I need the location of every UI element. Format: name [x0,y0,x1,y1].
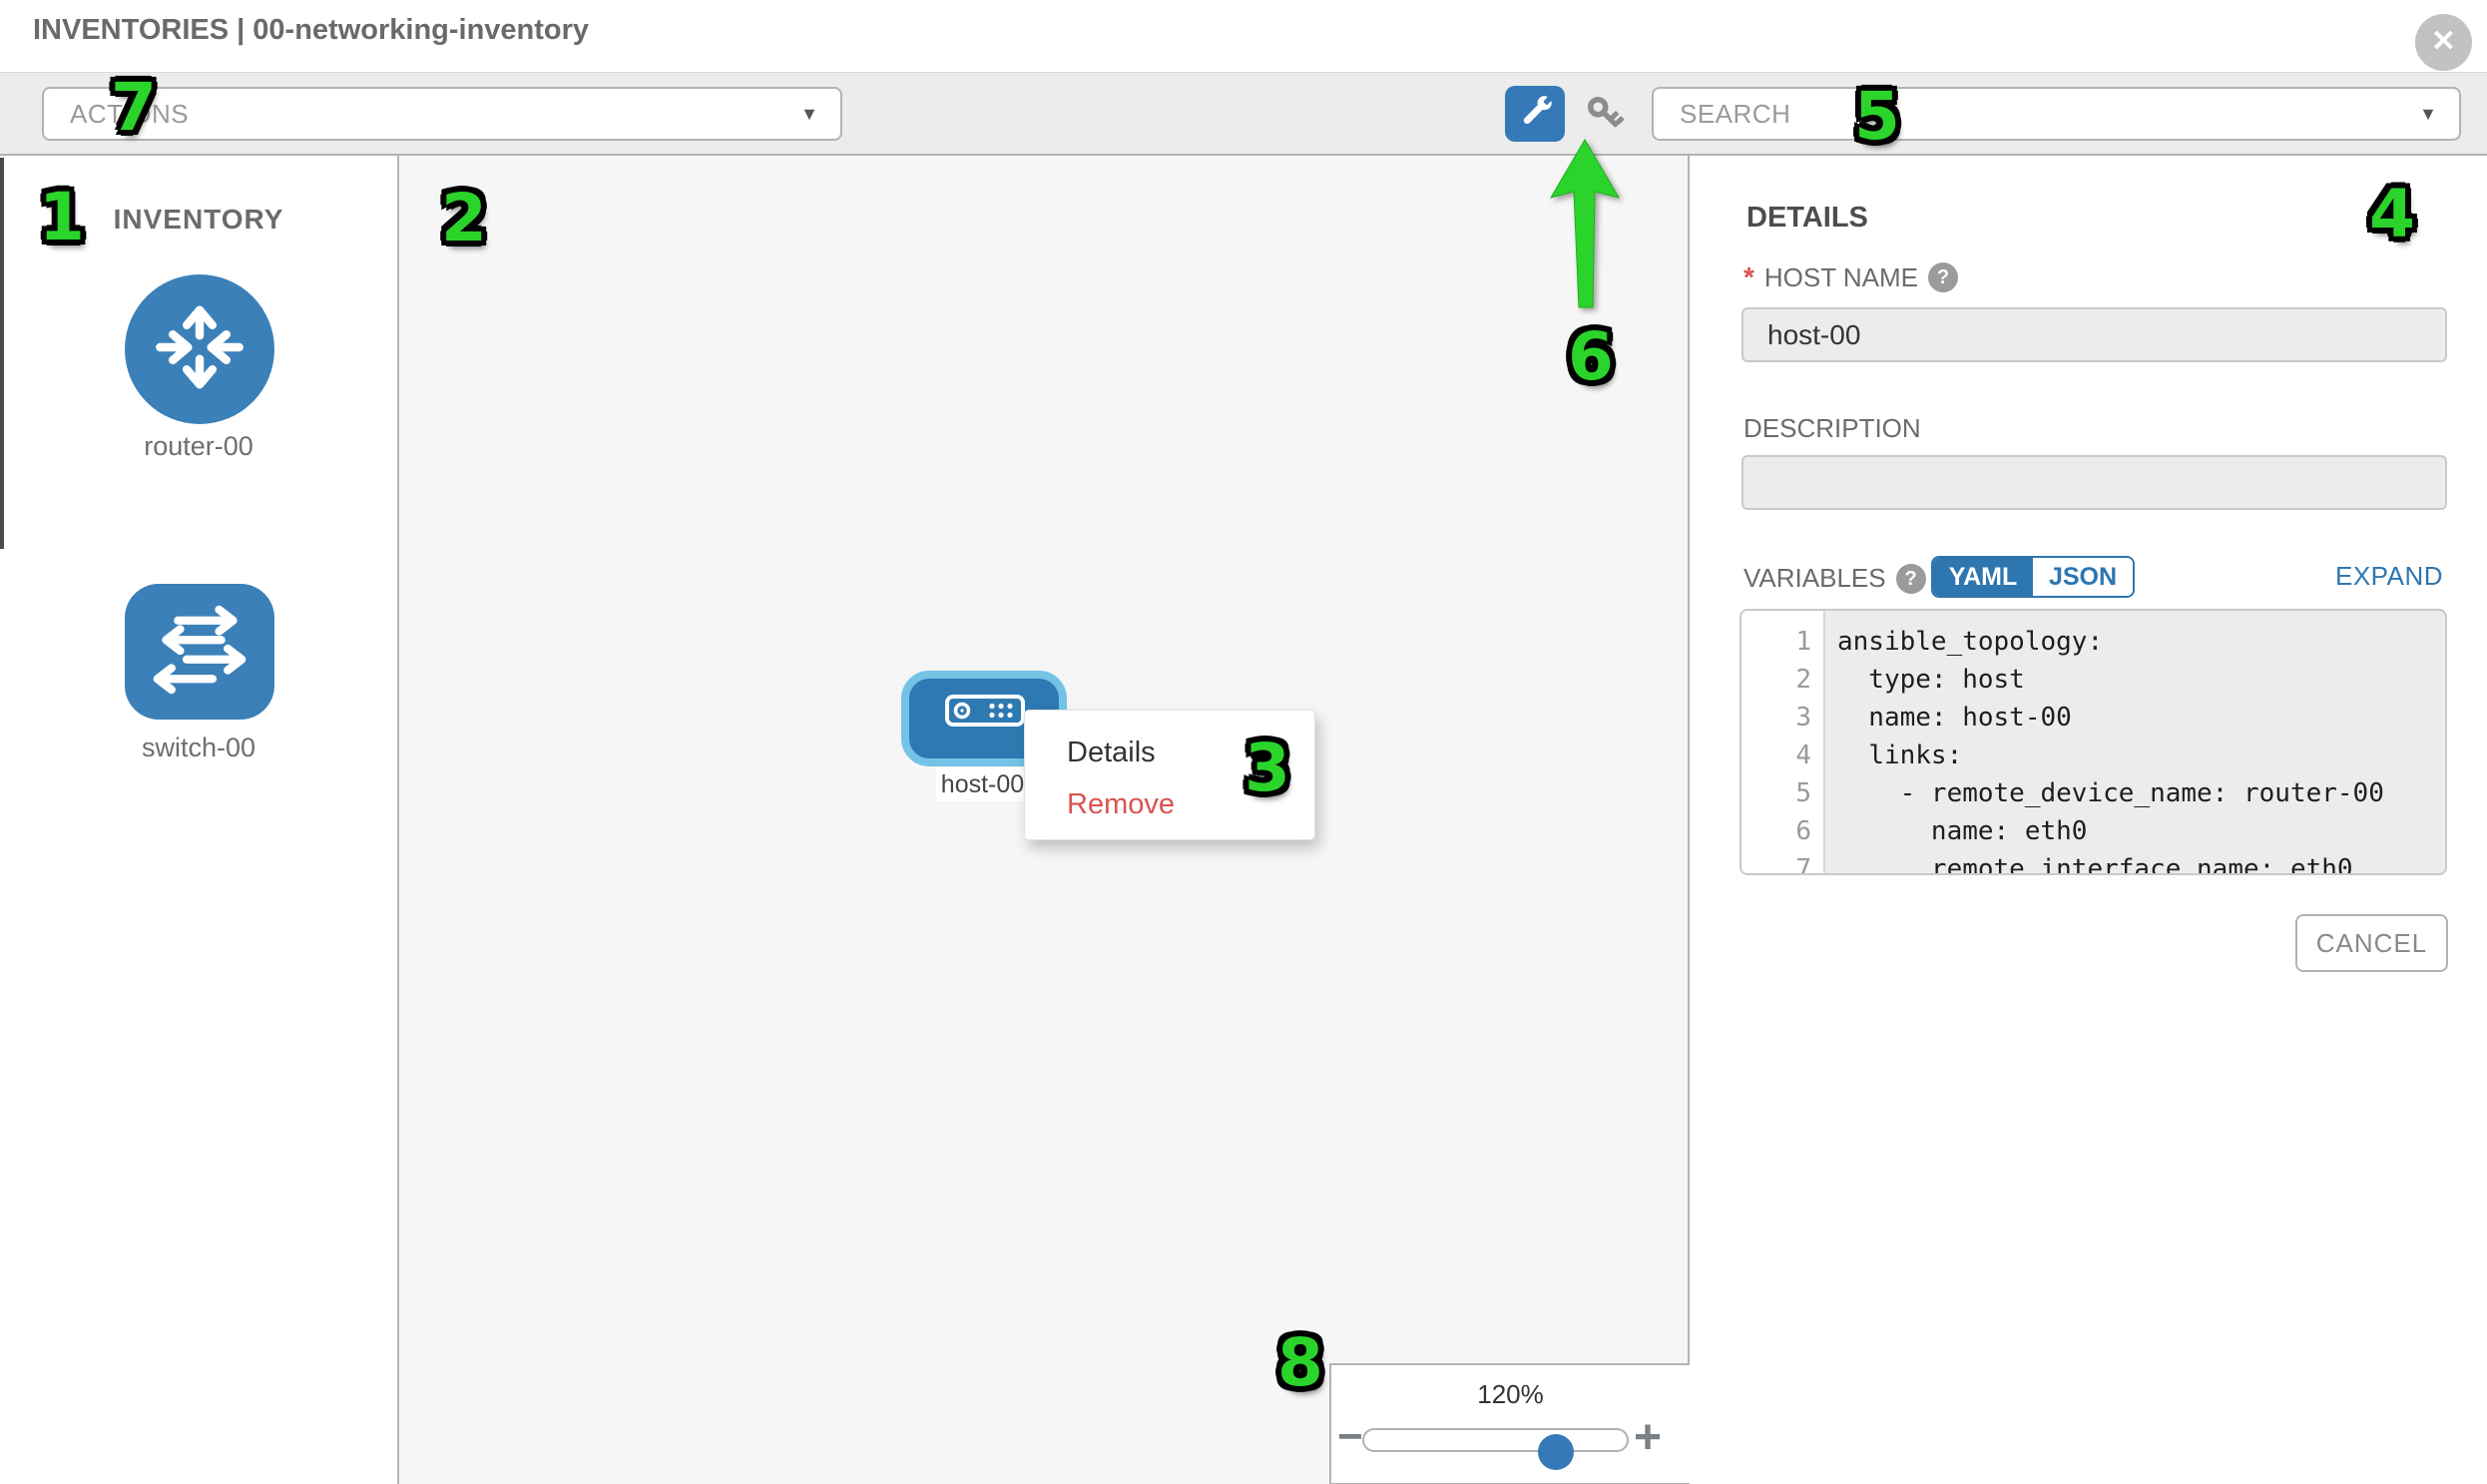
details-panel: DETAILS * HOST NAME ? DESCRIPTION VARIAB… [1692,156,2487,1484]
search-dropdown[interactable]: SEARCH ▼ [1652,87,2461,141]
zoom-out-button[interactable]: − [1337,1412,1363,1462]
expand-link[interactable]: EXPAND [2335,561,2443,592]
tab-yaml[interactable]: YAML [1933,558,2033,596]
chevron-down-icon: ▼ [2419,104,2437,125]
annotation-number-2: 2 [424,183,504,254]
tab-json[interactable]: JSON [2033,558,2133,596]
host-name-field[interactable] [1741,307,2447,362]
chevron-down-icon: ▼ [800,104,818,125]
host-server-icon [945,695,1025,732]
variables-label: VARIABLES [1743,563,1886,594]
zoom-level-readout: 120% [1331,1379,1690,1410]
description-label-row: DESCRIPTION [1743,413,1921,444]
variables-code-editor[interactable]: 1ansible_topology: 2 type: host 3 name: … [1740,609,2447,875]
sidebar-item-label: router-00 [0,431,397,462]
zoom-slider-thumb[interactable] [1538,1434,1574,1470]
sidebar-item-router[interactable] [125,274,274,424]
annotation-number-4: 4 [2352,179,2432,250]
annotation-number-6: 6 [1551,321,1631,393]
help-icon[interactable]: ? [1896,564,1926,594]
switch-icon [146,598,253,707]
sidebar-item-label: switch-00 [0,733,397,763]
editor-lines: 1ansible_topology: 2 type: host 3 name: … [1741,623,2445,875]
breadcrumb-title: INVENTORIES | 00-networking-inventory [33,14,589,47]
variables-label-row: VARIABLES ? [1743,563,1926,594]
router-icon [144,291,255,408]
code-line: 4 links: [1741,737,2445,774]
help-icon[interactable]: ? [1928,262,1958,292]
description-field[interactable] [1741,455,2447,510]
variables-format-toggle: YAML JSON [1931,556,2135,598]
close-icon[interactable]: ✕ [2415,14,2472,71]
zoom-control-panel: 120% − + [1329,1363,1690,1484]
header-bar: INVENTORIES | 00-networking-inventory ✕ [0,0,2487,72]
annotation-arrow-6 [1532,132,1642,313]
annotation-number-3: 3 [1228,733,1307,804]
cancel-button[interactable]: CANCEL [2295,914,2448,972]
zoom-slider-track[interactable] [1362,1428,1629,1452]
host-name-label-row: * HOST NAME ? [1743,261,1958,293]
wrench-icon [1517,94,1553,135]
toolbar: ACTIONS ▼ SEARCH ▼ [0,72,2487,156]
sidebar-item-switch[interactable] [125,584,274,720]
app-window: INVENTORIES | 00-networking-inventory ✕ … [0,0,2487,1484]
annotation-number-5: 5 [1837,81,1917,153]
code-line: 2 type: host [1741,661,2445,699]
sidebar-scrollbar[interactable] [0,158,4,549]
required-asterisk: * [1743,261,1754,293]
annotation-number-7: 7 [94,72,174,144]
topology-canvas[interactable]: host-00 Details Remove 120% − + [399,156,1690,1484]
code-line: 3 name: host-00 [1741,699,2445,737]
host-name-label: HOST NAME [1764,262,1918,293]
details-heading: DETAILS [1746,202,1868,235]
zoom-in-button[interactable]: + [1634,1410,1662,1465]
annotation-number-1: 1 [22,182,102,253]
inventory-sidebar: INVENTORY router-00 [0,156,399,1484]
code-line: 5 - remote_device_name: router-00 [1741,774,2445,812]
annotation-number-8: 8 [1260,1327,1340,1399]
search-input[interactable]: SEARCH [1680,99,1790,130]
code-line: 7 remote_interface_name: eth0 [1741,850,2445,875]
description-label: DESCRIPTION [1743,413,1921,444]
code-line: 1ansible_topology: [1741,623,2445,661]
host-node-label: host-00 [936,767,1029,801]
code-line: 6 name: eth0 [1741,812,2445,850]
